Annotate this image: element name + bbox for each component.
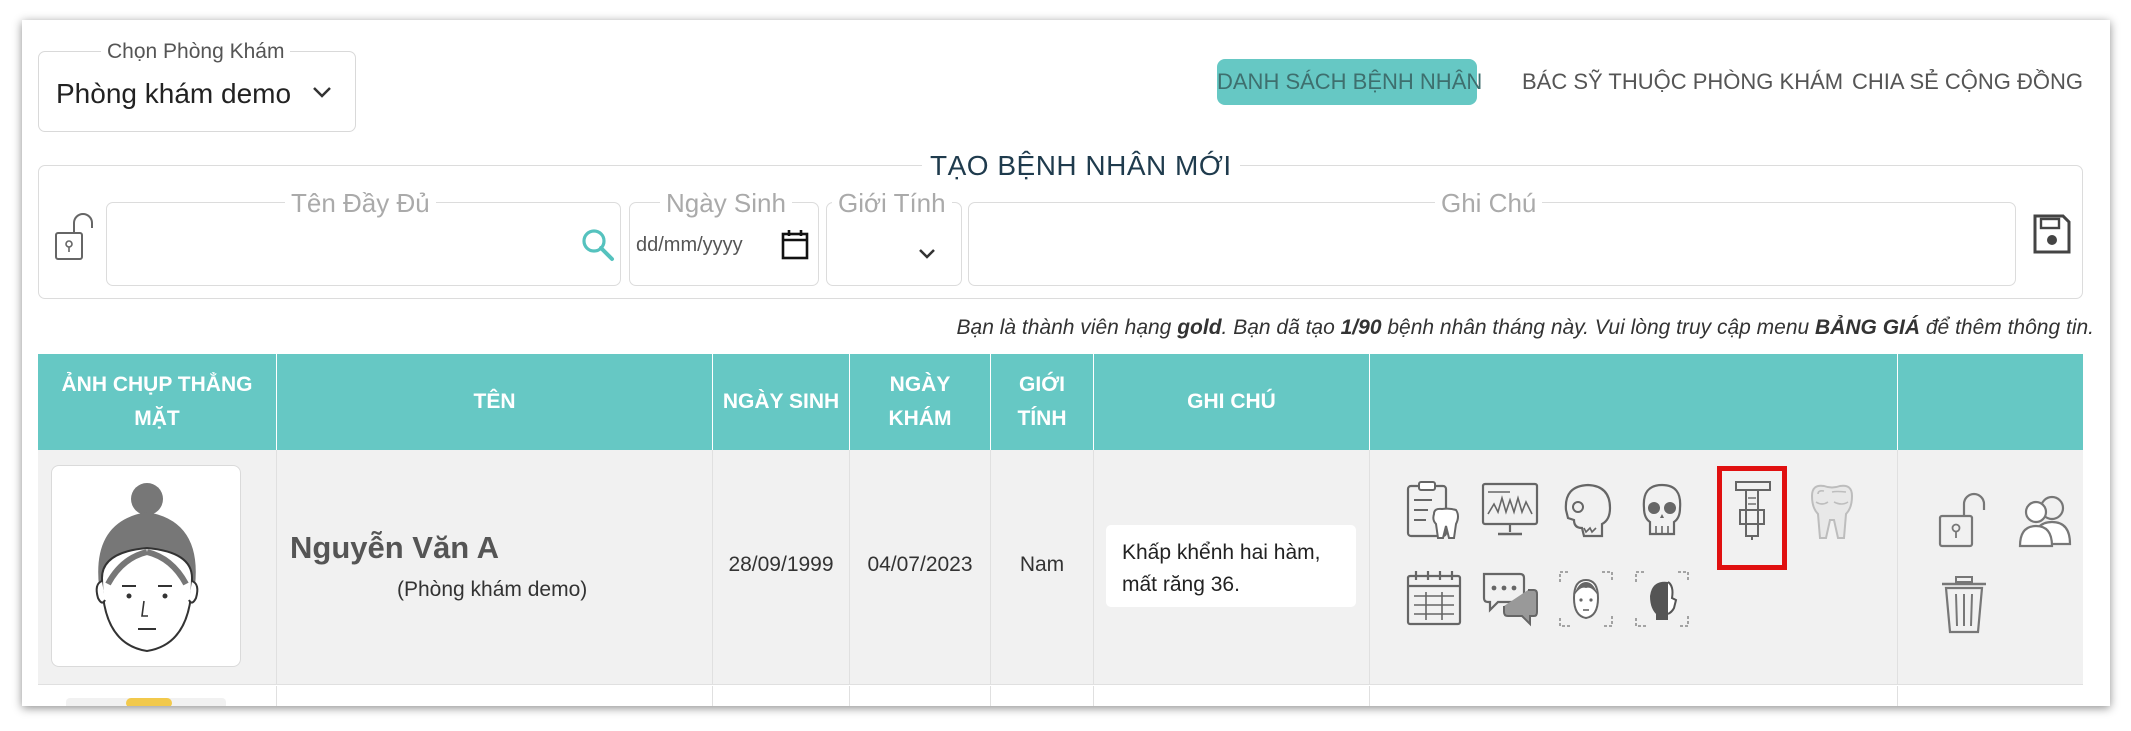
note-cell	[1094, 686, 1370, 706]
selected-action-highlight	[1717, 466, 1787, 570]
notice-rank: gold	[1177, 316, 1222, 339]
col-header-dob: NGÀY SINH	[713, 354, 850, 450]
dob-input[interactable]: dd/mm/yyyy	[636, 234, 743, 257]
membership-notice: Bạn là thành viên hạng gold. Bạn dã tạo …	[957, 316, 2094, 340]
search-icon[interactable]	[580, 227, 616, 263]
gender-cell: Nam	[991, 450, 1094, 685]
photo-cell	[38, 450, 277, 685]
save-icon[interactable]	[2032, 213, 2072, 255]
tab-clinic-doctors[interactable]: BÁC SỸ THUỘC PHÒNG KHÁM	[1522, 59, 1843, 105]
tooth-chart-icon[interactable]	[1404, 480, 1464, 542]
chevron-down-icon	[313, 87, 331, 98]
dob-cell	[713, 686, 850, 706]
patient-gender: Nam	[1019, 553, 1065, 576]
actions-cell	[1370, 686, 1898, 706]
trash-icon[interactable]	[1936, 574, 1996, 636]
col-header-manage	[1898, 354, 2083, 450]
col-header-note: GHI CHÚ	[1094, 354, 1370, 450]
table-row[interactable]	[38, 686, 2083, 706]
name-cell	[277, 686, 713, 706]
patient-name[interactable]: Nguyễn Văn A	[290, 530, 499, 566]
manage-cell	[1898, 450, 2083, 685]
patient-clinic: (Phòng khám demo)	[397, 578, 588, 601]
clinic-select-label: Chọn Phòng Khám	[101, 40, 291, 64]
note-label: Ghi Chú	[1435, 188, 1543, 219]
table-row[interactable]: Nguyễn Văn A (Phòng khám demo) 28/09/199…	[38, 450, 2083, 685]
col-header-gender: GIỚI TÍNH	[991, 354, 1094, 450]
clinic-select[interactable]: Chọn Phòng Khám Phòng khám demo	[38, 40, 356, 132]
fullname-field[interactable]: Tên Đầy Đủ	[106, 188, 621, 286]
notice-text: Bạn là thành viên hạng	[956, 316, 1178, 339]
patient-visit-date: 04/07/2023	[867, 553, 973, 576]
notice-menu: BẢNG GIÁ	[1815, 316, 1921, 339]
table-header: ẢNH CHỤP THẲNG MẶT TÊN NGÀY SINH NGÀY KH…	[38, 354, 2083, 450]
notice-text: để thêm thông tin.	[1920, 316, 2094, 339]
dob-field[interactable]: Ngày Sinh dd/mm/yyyy	[629, 188, 819, 286]
face-front-icon[interactable]	[1556, 568, 1616, 630]
calendar-icon[interactable]	[780, 229, 810, 261]
skull-front-icon[interactable]	[1632, 480, 1692, 542]
unlock-icon[interactable]	[1934, 488, 1994, 550]
col-header-actions	[1370, 354, 1898, 450]
col-header-photo: ẢNH CHỤP THẲNG MẶT	[38, 354, 277, 450]
col-header-visit-date: NGÀY KHÁM	[850, 354, 991, 450]
notice-text: . Bạn dã tạo	[1221, 316, 1341, 339]
clinic-select-value: Phòng khám demo	[56, 78, 292, 109]
tooth-xray-icon[interactable]	[1802, 480, 1862, 542]
face-avatar-icon	[95, 483, 199, 653]
notice-count: 1/90	[1340, 316, 1382, 339]
chat-icon[interactable]	[1480, 568, 1540, 630]
patient-dob: 28/09/1999	[728, 553, 834, 576]
avatar[interactable]	[66, 698, 226, 706]
patient-note: Khấp khểnh hai hàm, mất răng 36.	[1106, 525, 1356, 607]
manage-cell	[1898, 686, 2083, 706]
visit-cell: 04/07/2023	[850, 450, 991, 685]
note-cell: Khấp khểnh hai hàm, mất răng 36.	[1094, 450, 1370, 685]
fullname-label: Tên Đầy Đủ	[285, 188, 436, 219]
dob-cell: 28/09/1999	[713, 450, 850, 685]
calendar-icon[interactable]	[1404, 568, 1464, 630]
name-cell: Nguyễn Văn A (Phòng khám demo)	[277, 450, 713, 685]
gender-label: Giới Tính	[832, 188, 952, 219]
dob-label: Ngày Sinh	[660, 188, 792, 219]
gender-cell	[991, 686, 1094, 706]
skull-side-icon[interactable]	[1556, 480, 1616, 542]
form-title: TẠO BỆNH NHÂN MỚI	[922, 150, 1240, 182]
xray-monitor-icon[interactable]	[1480, 480, 1540, 542]
col-header-name: TÊN	[277, 354, 713, 450]
tab-patient-list[interactable]: DANH SÁCH BỆNH NHÂN	[1217, 59, 1482, 105]
tab-community[interactable]: CHIA SẺ CỘNG ĐỒNG	[1852, 59, 2083, 105]
chevron-down-icon	[919, 249, 935, 259]
unlock-icon[interactable]	[52, 211, 96, 263]
notice-text: bệnh nhân tháng này. Vui lòng truy cập m…	[1381, 316, 1816, 339]
avatar-hair	[126, 698, 172, 706]
note-field[interactable]: Ghi Chú	[968, 188, 2016, 286]
avatar[interactable]	[51, 465, 241, 667]
app-window: Chọn Phòng Khám Phòng khám demo DANH SÁC…	[22, 20, 2110, 706]
photo-cell	[38, 686, 277, 706]
visit-cell	[850, 686, 991, 706]
users-icon[interactable]	[2016, 488, 2076, 550]
gender-select[interactable]: Giới Tính	[826, 188, 962, 286]
face-side-icon[interactable]	[1632, 568, 1692, 630]
